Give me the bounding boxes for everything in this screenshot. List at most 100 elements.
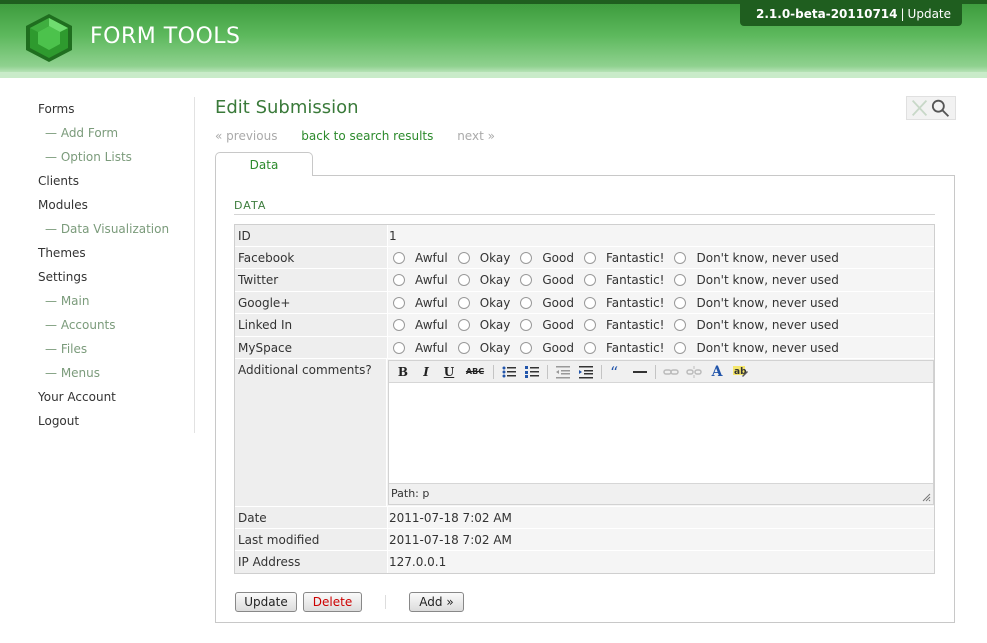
twitter-radio-group: Awful Okay Good Fantastic! Don't know, n… [388,269,934,291]
radio-label: Don't know, never used [696,272,839,287]
radio-button[interactable] [583,251,596,264]
radio-button[interactable] [393,274,405,286]
radio-button[interactable] [583,296,596,309]
table-row: Twitter Awful Okay Good Fantastic! Don't… [235,269,934,292]
sidebar-item-your-account[interactable]: Your Account [38,388,193,412]
radio-label: Fantastic! [605,272,665,287]
sidebar-item-menus[interactable]: — Menus [38,364,193,388]
sidebar-item-clients[interactable]: Clients [38,172,193,196]
horizontal-rule-icon[interactable] [632,364,648,380]
radio-label: Don't know, never used [696,317,839,332]
sidebar-item-add-form[interactable]: — Add Form [38,124,193,148]
radio-button[interactable] [520,274,533,286]
sidebar-item-themes[interactable]: Themes [38,244,193,268]
radio-button[interactable] [393,319,405,331]
radio-button[interactable] [393,296,405,309]
numbered-list-icon[interactable] [524,364,540,380]
unlink-icon[interactable] [686,364,702,380]
table-row: Facebook Awful Okay Good Fantastic! Don'… [235,247,934,269]
radio-button[interactable] [520,251,533,264]
sidebar-item-settings[interactable]: Settings [38,268,193,292]
update-link[interactable]: Update [908,7,951,21]
sidebar-item-files[interactable]: — Files [38,340,193,364]
googleplus-radio-group: Awful Okay Good Fantastic! Don't know, n… [388,292,934,313]
radio-label: Good [542,250,574,265]
field-label-last-modified: Last modified [235,529,388,550]
underline-icon[interactable]: U [441,364,457,380]
radio-label: Good [542,295,574,310]
table-row: IP Address 127.0.0.1 [235,551,934,573]
radio-label: Okay [479,317,511,332]
editor-toolbar: B I U ABC “ A ab [389,361,933,383]
indent-icon[interactable] [578,364,594,380]
next-link[interactable]: next » [457,129,495,143]
submission-table: ID 1 Facebook Awful Okay Good Fantastic!… [234,224,935,574]
add-button[interactable]: Add » [409,592,464,612]
radio-label: Good [542,317,574,332]
radio-button[interactable] [520,341,533,354]
svg-text:ab: ab [734,367,747,377]
radio-button[interactable] [457,341,470,354]
radio-button[interactable] [674,274,687,286]
sidebar-item-data-visualization[interactable]: — Data Visualization [38,220,193,244]
radio-button[interactable] [520,296,533,309]
radio-button[interactable] [583,274,596,286]
radio-button[interactable] [457,319,470,331]
radio-button[interactable] [674,319,687,331]
bullet-list-icon[interactable] [501,364,517,380]
radio-button[interactable] [583,341,596,354]
radio-button[interactable] [457,296,470,309]
submission-nav: « previous back to search results next » [215,129,515,143]
radio-button[interactable] [674,341,687,354]
font-color-icon[interactable]: A [709,364,725,380]
resize-handle-icon[interactable] [922,493,931,502]
delete-button[interactable]: Delete [303,592,362,612]
search-toggle-icon[interactable] [906,96,956,120]
version-separator: | [900,7,905,21]
radio-button[interactable] [674,296,687,309]
sidebar-item-accounts[interactable]: — Accounts [38,316,193,340]
link-icon[interactable] [663,364,679,380]
update-button[interactable]: Update [235,592,297,612]
italic-icon[interactable]: I [418,364,434,380]
field-value-id: 1 [389,229,397,243]
comments-cell: B I U ABC “ A ab Path: p [387,359,934,506]
radio-button[interactable] [393,251,405,264]
radio-button[interactable] [520,319,533,331]
comments-textarea[interactable] [389,383,933,483]
previous-link[interactable]: « previous [215,129,277,143]
radio-button[interactable] [457,274,470,286]
radio-button[interactable] [393,341,405,354]
sidebar-item-main[interactable]: — Main [38,292,193,316]
sidebar-item-modules[interactable]: Modules [38,196,193,220]
bold-icon[interactable]: B [395,364,411,380]
outdent-icon[interactable] [555,364,571,380]
radio-label: Awful [415,250,448,265]
sidebar-item-logout[interactable]: Logout [38,412,193,436]
toolbar-separator [601,364,602,379]
strikethrough-icon[interactable]: ABC [464,364,486,380]
radio-label: Fantastic! [605,317,665,332]
table-row: Additional comments? B I U ABC “ A ab Pa… [235,359,934,507]
tab-data[interactable]: Data [215,152,313,176]
radio-label: Fantastic! [605,250,665,265]
sidebar-item-forms[interactable]: Forms [38,100,193,124]
radio-label: Good [542,340,574,355]
highlight-color-icon[interactable]: ab [732,364,748,380]
field-label-id: ID [235,225,388,246]
facebook-radio-group: Awful Okay Good Fantastic! Don't know, n… [388,247,934,268]
radio-label: Don't know, never used [696,295,839,310]
sidebar-item-option-lists[interactable]: — Option Lists [38,148,193,172]
radio-label: Awful [415,295,448,310]
blockquote-icon[interactable]: “ [609,364,625,380]
radio-button[interactable] [674,251,687,264]
toolbar-separator [547,364,548,379]
radio-button[interactable] [457,251,470,264]
radio-label: Okay [479,295,511,310]
field-label-comments: Additional comments? [235,359,387,506]
radio-label: Okay [479,250,511,265]
back-to-search-link[interactable]: back to search results [301,129,433,143]
myspace-radio-group: Awful Okay Good Fantastic! Don't know, n… [388,337,934,358]
radio-button[interactable] [583,319,596,331]
editor-path-bar: Path: p [389,483,933,504]
